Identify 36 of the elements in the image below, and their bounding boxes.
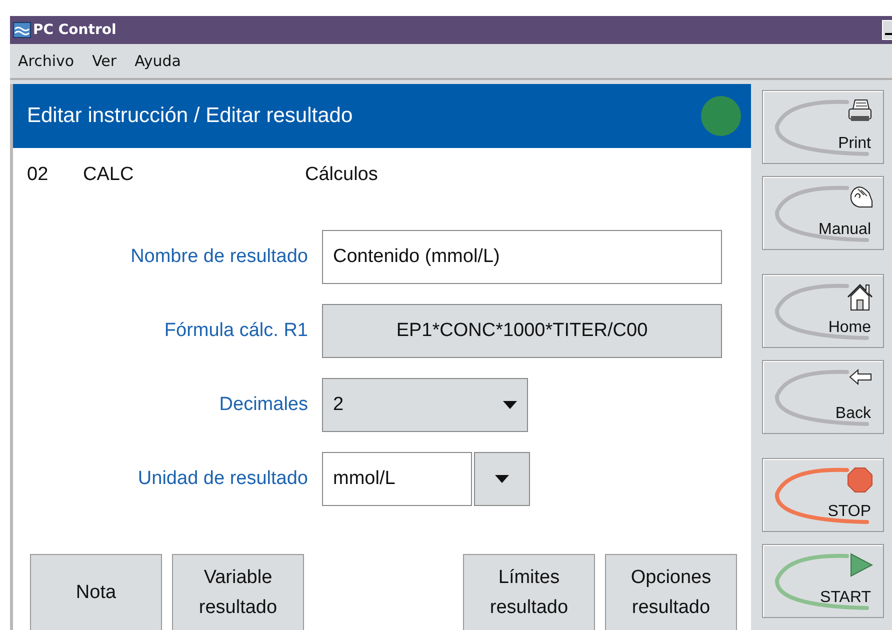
house-icon bbox=[847, 283, 873, 311]
dropdown-button[interactable] bbox=[474, 452, 530, 506]
action-button[interactable]: Límites resultado bbox=[463, 554, 595, 630]
screen-title: Editar instrucción / Editar resultado bbox=[27, 104, 353, 128]
field-label: Fórmula cálc. R1 bbox=[163, 320, 308, 342]
action-button[interactable]: Variable resultado bbox=[172, 554, 304, 630]
play-icon bbox=[849, 553, 873, 577]
window-title: PC Control bbox=[33, 22, 116, 38]
stop-icon bbox=[847, 467, 873, 493]
method-name: Cálculos bbox=[305, 164, 378, 186]
sidebar-button[interactable]: Back bbox=[762, 360, 884, 434]
method-number: 02 bbox=[27, 164, 50, 186]
action-button[interactable]: Opciones resultado bbox=[605, 554, 737, 630]
field-label: Decimales bbox=[218, 394, 308, 416]
sidebar-button[interactable]: Home bbox=[762, 274, 884, 348]
back-arrow-icon bbox=[849, 369, 873, 385]
method-code: CALC bbox=[83, 164, 135, 186]
sidebar-button[interactable]: STOP bbox=[762, 458, 884, 532]
sidebar-button[interactable]: START bbox=[762, 544, 884, 618]
dropdown[interactable]: 2 bbox=[322, 378, 528, 432]
menu-item[interactable]: Archivo bbox=[18, 52, 74, 70]
formula-button[interactable]: EP1*CONC*1000*TITER/C00 bbox=[322, 304, 722, 358]
field-label: Unidad de resultado bbox=[136, 468, 308, 490]
sidebar-button[interactable]: Print bbox=[762, 90, 884, 164]
input-field[interactable]: Contenido (mmol/L) bbox=[322, 230, 722, 284]
menu-item[interactable]: Ver bbox=[92, 52, 117, 70]
wave-icon bbox=[13, 22, 31, 38]
caret-icon bbox=[503, 401, 517, 409]
menu-item[interactable]: Ayuda bbox=[134, 52, 181, 70]
action-button[interactable]: Nota bbox=[30, 554, 162, 630]
minimize-button[interactable] bbox=[882, 20, 892, 40]
input-field[interactable]: mmol/L bbox=[322, 452, 472, 506]
sidebar-button[interactable]: Manual bbox=[762, 176, 884, 250]
caret-icon bbox=[495, 475, 509, 483]
field-label: Nombre de resultado bbox=[130, 246, 308, 268]
printer-icon bbox=[847, 99, 873, 123]
